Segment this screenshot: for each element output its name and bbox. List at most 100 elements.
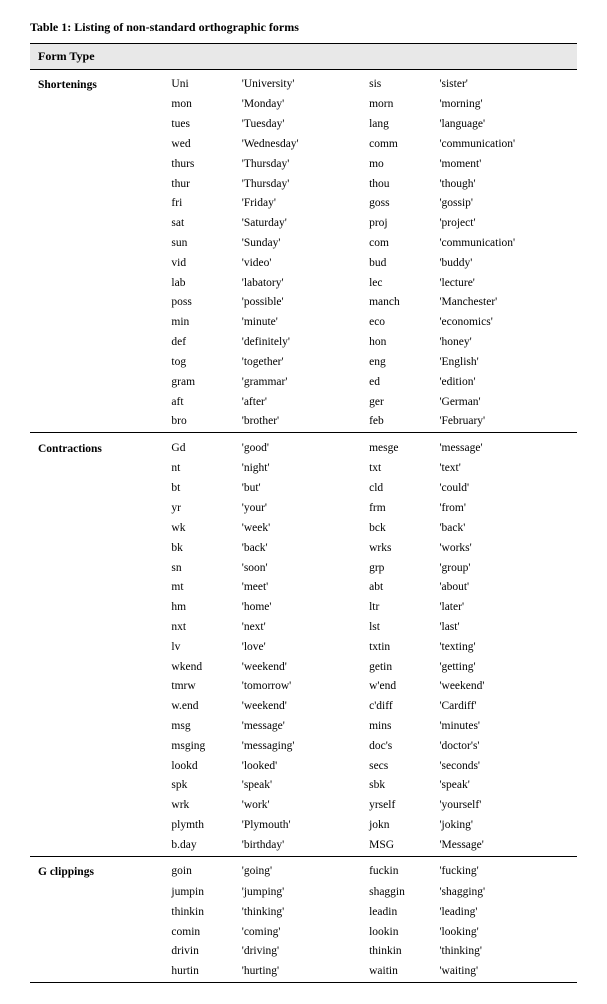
section-label bbox=[30, 816, 163, 836]
table-row: bk'back'wrks'works' bbox=[30, 539, 577, 559]
form-cell: bk bbox=[163, 539, 233, 559]
form-cell: yr bbox=[163, 499, 233, 519]
meaning-cell: 'sister' bbox=[431, 75, 577, 96]
section-label bbox=[30, 539, 163, 559]
meaning-cell: 'getting' bbox=[431, 658, 577, 678]
meaning-cell: 'moment' bbox=[431, 155, 577, 175]
table-row: aft'after'ger'German' bbox=[30, 393, 577, 413]
section-label bbox=[30, 638, 163, 658]
form-cell: spk bbox=[163, 776, 233, 796]
meaning-cell: 'grammar' bbox=[234, 373, 361, 393]
section-label bbox=[30, 393, 163, 413]
section-label bbox=[30, 903, 163, 923]
form-cell: mesge bbox=[361, 439, 431, 460]
meaning-cell: 'labatory' bbox=[234, 274, 361, 294]
section-label bbox=[30, 155, 163, 175]
section-label bbox=[30, 214, 163, 234]
meaning-cell: 'doctor's' bbox=[431, 737, 577, 757]
form-cell: def bbox=[163, 333, 233, 353]
meaning-cell: 'lecture' bbox=[431, 274, 577, 294]
form-cell: msg bbox=[163, 717, 233, 737]
meaning-cell: 'message' bbox=[234, 717, 361, 737]
meaning-cell: 'weekend' bbox=[234, 658, 361, 678]
form-cell: txt bbox=[361, 459, 431, 479]
form-cell: com bbox=[361, 234, 431, 254]
meaning-cell: 'communication' bbox=[431, 135, 577, 155]
form-cell: hon bbox=[361, 333, 431, 353]
section-label: G clippings bbox=[30, 862, 163, 883]
form-cell: lookd bbox=[163, 757, 233, 777]
form-cell: bt bbox=[163, 479, 233, 499]
meaning-cell: 'but' bbox=[234, 479, 361, 499]
section-label bbox=[30, 274, 163, 294]
form-cell: gram bbox=[163, 373, 233, 393]
section-label bbox=[30, 796, 163, 816]
form-cell: b.day bbox=[163, 836, 233, 856]
section-label bbox=[30, 923, 163, 943]
form-cell: mins bbox=[361, 717, 431, 737]
section-label bbox=[30, 499, 163, 519]
section-label: Shortenings bbox=[30, 75, 163, 96]
form-cell: ger bbox=[361, 393, 431, 413]
form-cell: bro bbox=[163, 412, 233, 432]
table-row: nt'night'txt'text' bbox=[30, 459, 577, 479]
form-cell: lec bbox=[361, 274, 431, 294]
meaning-cell: 'shagging' bbox=[431, 883, 577, 903]
meaning-cell: 'jumping' bbox=[234, 883, 361, 903]
form-cell: Uni bbox=[163, 75, 233, 96]
section-label bbox=[30, 598, 163, 618]
form-type-header: Form Type bbox=[30, 44, 577, 70]
meaning-cell: 'weekend' bbox=[234, 697, 361, 717]
meaning-cell: 'night' bbox=[234, 459, 361, 479]
form-cell: sis bbox=[361, 75, 431, 96]
meaning-cell: 'coming' bbox=[234, 923, 361, 943]
meaning-cell: 'Friday' bbox=[234, 194, 361, 214]
meaning-cell: 'Saturday' bbox=[234, 214, 361, 234]
meaning-cell: 'after' bbox=[234, 393, 361, 413]
meaning-cell: 'message' bbox=[431, 439, 577, 460]
section-label bbox=[30, 962, 163, 982]
form-cell: thinkin bbox=[163, 903, 233, 923]
meaning-cell: 'text' bbox=[431, 459, 577, 479]
form-cell: fuckin bbox=[361, 862, 431, 883]
table-row: sn'soon'grp'group' bbox=[30, 559, 577, 579]
meaning-cell: 'back' bbox=[431, 519, 577, 539]
form-cell: secs bbox=[361, 757, 431, 777]
meaning-cell: 'English' bbox=[431, 353, 577, 373]
table-row: jumpin'jumping'shaggin'shagging' bbox=[30, 883, 577, 903]
meaning-cell: 'thinking' bbox=[234, 903, 361, 923]
form-cell: txtin bbox=[361, 638, 431, 658]
meaning-cell: 'University' bbox=[234, 75, 361, 96]
form-cell: lang bbox=[361, 115, 431, 135]
meaning-cell: 'leading' bbox=[431, 903, 577, 923]
table-row: mon'Monday'morn'morning' bbox=[30, 95, 577, 115]
meaning-cell: 'February' bbox=[431, 412, 577, 432]
meaning-cell: 'German' bbox=[431, 393, 577, 413]
section-label bbox=[30, 578, 163, 598]
meaning-cell: 'home' bbox=[234, 598, 361, 618]
section-label bbox=[30, 353, 163, 373]
meaning-cell: 'last' bbox=[431, 618, 577, 638]
meaning-cell: 'definitely' bbox=[234, 333, 361, 353]
form-cell: sat bbox=[163, 214, 233, 234]
form-cell: comm bbox=[361, 135, 431, 155]
meaning-cell: 'Monday' bbox=[234, 95, 361, 115]
section-label bbox=[30, 412, 163, 432]
table-row: def'definitely'hon'honey' bbox=[30, 333, 577, 353]
table-row: lookd'looked'secs'seconds' bbox=[30, 757, 577, 777]
form-cell: eco bbox=[361, 313, 431, 333]
meaning-cell: 'gossip' bbox=[431, 194, 577, 214]
meaning-cell: 'though' bbox=[431, 175, 577, 195]
form-cell: msging bbox=[163, 737, 233, 757]
meaning-cell: 'messaging' bbox=[234, 737, 361, 757]
meaning-cell: 'love' bbox=[234, 638, 361, 658]
section-label bbox=[30, 175, 163, 195]
form-cell: w'end bbox=[361, 677, 431, 697]
table-row: wkend'weekend'getin'getting' bbox=[30, 658, 577, 678]
form-cell: grp bbox=[361, 559, 431, 579]
table-row: spk'speak'sbk'speak' bbox=[30, 776, 577, 796]
meaning-cell: 'Manchester' bbox=[431, 293, 577, 313]
form-cell: lab bbox=[163, 274, 233, 294]
meaning-cell: 'tomorrow' bbox=[234, 677, 361, 697]
meaning-cell: 'Tuesday' bbox=[234, 115, 361, 135]
